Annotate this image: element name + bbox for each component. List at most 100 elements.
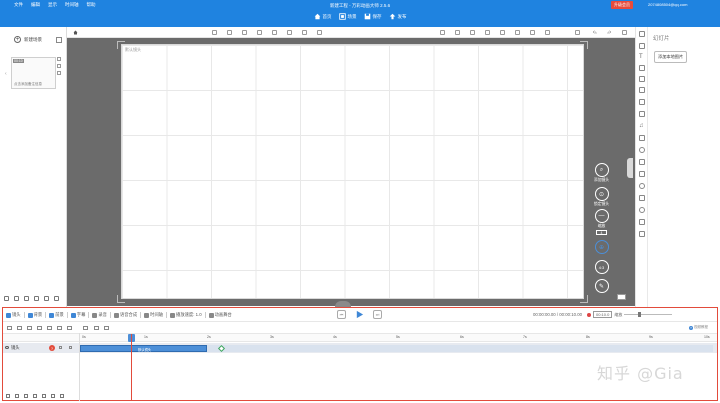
grid-icon[interactable] [575, 30, 580, 35]
align-middle-icon[interactable] [272, 30, 277, 35]
save-button[interactable]: 保存 [364, 13, 382, 20]
scene-favorite-icon[interactable] [24, 296, 29, 301]
paste-keyframe-icon[interactable] [37, 326, 42, 330]
distribute-v-icon[interactable] [317, 30, 322, 35]
layer-up-icon[interactable] [33, 394, 37, 398]
video-icon[interactable] [639, 135, 645, 141]
distribute-h-icon[interactable] [302, 30, 307, 35]
scene-button[interactable]: 场景 [338, 13, 357, 20]
zoom-out-icon[interactable] [587, 312, 591, 317]
home-button[interactable]: 首页 [314, 13, 332, 20]
scissors-icon[interactable] [639, 159, 645, 165]
upgrade-vip-button[interactable]: 升级会员 [611, 1, 633, 9]
shift-left-icon[interactable] [94, 326, 99, 330]
tab-speed[interactable]: 播放速度: 1.0 [170, 312, 202, 318]
shape-icon[interactable] [639, 76, 645, 82]
scene-down-icon[interactable] [44, 296, 49, 301]
layer-help-icon[interactable]: ? [49, 345, 55, 351]
prev-frame-button[interactable]: ⏮ [337, 310, 346, 319]
text-icon[interactable]: T [639, 54, 645, 60]
align-right-icon[interactable] [242, 30, 247, 35]
layer-folder-icon[interactable] [6, 394, 10, 398]
group-icon[interactable] [485, 30, 490, 35]
brush-icon[interactable] [639, 65, 645, 71]
tab-timeline[interactable]: 时间轴 [144, 312, 163, 318]
layer-visibility-icon[interactable] [60, 394, 64, 398]
globe-icon[interactable] [639, 183, 645, 189]
scene-settings-icon[interactable] [56, 37, 62, 43]
split-icon[interactable] [47, 326, 52, 330]
new-scene-button[interactable]: + 新建场景 [14, 36, 42, 43]
remove-keyframe-icon[interactable] [17, 326, 22, 330]
folder-icon[interactable] [639, 111, 645, 117]
edit-camera-tool[interactable]: ✎ [593, 279, 610, 293]
tab-camera[interactable]: 镜头 [6, 312, 21, 318]
home-small-icon[interactable] [73, 30, 78, 35]
time-ruler[interactable]: 0s 1s 2s 3s 4s 5s 6s 7s 8s 9s 10s [3, 333, 717, 342]
shift-right-icon[interactable] [104, 326, 109, 330]
publish-button[interactable]: 发布 [389, 13, 407, 20]
align-top-icon[interactable] [257, 30, 262, 35]
scene-note[interactable]: 点击添加备注信息 [14, 82, 42, 87]
layers-icon[interactable] [639, 31, 645, 37]
move-icon[interactable] [67, 326, 72, 330]
align-bottom-icon[interactable] [287, 30, 292, 35]
more-icon[interactable] [622, 30, 627, 35]
tools-icon[interactable] [639, 87, 645, 93]
scene-add-icon[interactable] [4, 296, 9, 301]
eye-icon[interactable] [5, 346, 9, 349]
camera-preset-tool[interactable]: ⊕ [593, 240, 610, 254]
lock-camera-tool[interactable]: ⊙ 锁定镜头 [593, 187, 610, 207]
tab-background[interactable]: 背景 [27, 312, 42, 318]
redo-icon[interactable] [607, 30, 612, 35]
aspect-ratio-tool[interactable]: 4:3 [593, 260, 610, 274]
copy-keyframe-icon[interactable] [27, 326, 32, 330]
copy-icon[interactable] [440, 30, 445, 35]
layer-menu-icon[interactable] [69, 346, 72, 349]
image-icon[interactable] [639, 43, 645, 49]
scene-duplicate-icon[interactable] [14, 296, 19, 301]
merge-icon[interactable] [57, 326, 62, 330]
layer-delete-icon[interactable] [24, 394, 28, 398]
tab-tts[interactable]: 语音合成 [113, 312, 137, 318]
stage-canvas[interactable]: 默认镜头 [121, 44, 584, 299]
drop-icon[interactable] [639, 207, 645, 213]
add-local-image-button[interactable]: 添加本地图片 [654, 51, 688, 63]
ungroup-icon[interactable] [500, 30, 505, 35]
add-camera-tool[interactable]: ⌕ 添加镜头 [593, 163, 610, 183]
cursor-icon[interactable] [83, 326, 88, 330]
bring-front-icon[interactable] [530, 30, 535, 35]
scene-transition-icon[interactable] [57, 64, 61, 68]
zoom-value[interactable]: 4 [596, 230, 607, 235]
play-button[interactable] [355, 310, 364, 319]
layer-lock-icon[interactable] [51, 394, 55, 398]
tab-record[interactable]: 录音 [92, 312, 107, 318]
zoom-duration-field[interactable]: 00:10.0 [593, 311, 613, 318]
next-frame-button[interactable]: ⏭ [373, 310, 382, 319]
playhead-line[interactable] [131, 334, 132, 401]
scene-up-icon[interactable] [34, 296, 39, 301]
scene-remove-icon[interactable] [54, 296, 59, 301]
layer-add-icon[interactable] [59, 346, 62, 349]
video-tutorial-link[interactable]: ? 视频教程 [689, 325, 708, 330]
align-center-icon[interactable] [227, 30, 232, 35]
scene-prev-icon[interactable]: ‹ [5, 71, 7, 77]
scene-thumbnail[interactable]: 00:10 点击添加备注信息 [11, 57, 56, 89]
tab-foreground[interactable]: 前景 [49, 312, 64, 318]
right-expand-handle[interactable] [627, 158, 633, 178]
camera-clip[interactable]: 默认镜头 [80, 345, 207, 352]
send-back-icon[interactable] [545, 30, 550, 35]
layer-down-icon[interactable] [42, 394, 46, 398]
screen-toggle-icon[interactable] [617, 294, 626, 300]
tab-stage[interactable]: 动画舞台 [208, 312, 232, 318]
scene-copy-icon[interactable] [57, 57, 61, 61]
paste-icon[interactable] [455, 30, 460, 35]
zoom-tool[interactable]: — 缩放 4 [593, 209, 610, 235]
clock-icon[interactable] [639, 147, 645, 153]
undo-icon[interactable] [592, 30, 597, 35]
bubble-icon[interactable] [639, 99, 645, 105]
chart-icon[interactable] [639, 195, 645, 201]
user-email[interactable]: 2074808504@qq.com [648, 2, 687, 7]
effects-icon[interactable] [639, 171, 645, 177]
scene-delete-icon[interactable] [57, 71, 61, 75]
